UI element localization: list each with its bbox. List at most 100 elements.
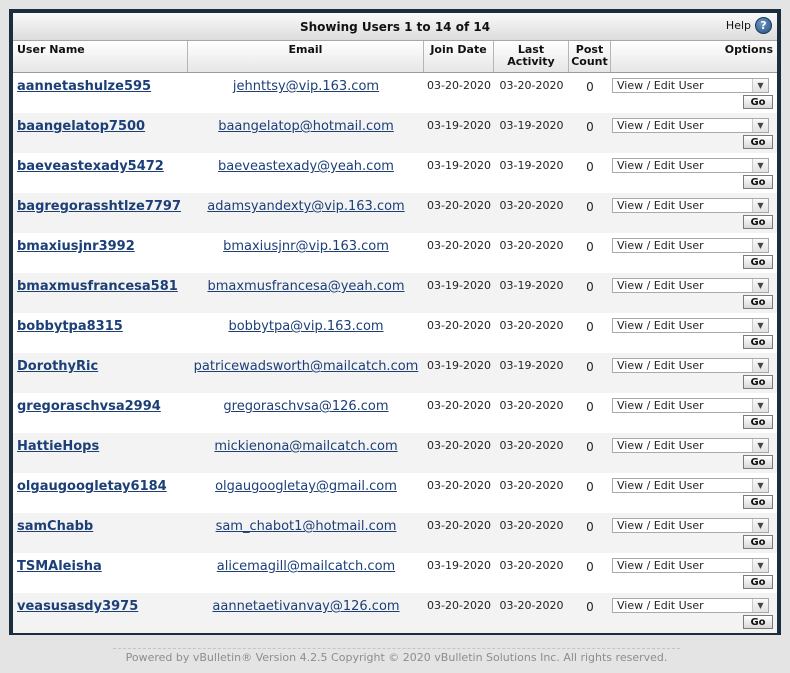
title-bar: Showing Users 1 to 14 of 14 Help ? — [13, 13, 777, 41]
options-select[interactable]: View / Edit User ▼ — [612, 478, 769, 493]
email-link[interactable]: sam_chabot1@hotmail.com — [188, 519, 424, 534]
go-button[interactable]: Go — [743, 135, 773, 149]
column-join-date[interactable]: Join Date — [424, 41, 494, 72]
user-name-link[interactable]: bmaxiusjnr3992 — [17, 239, 188, 254]
go-button[interactable]: Go — [743, 495, 773, 509]
table-row: olgaugoogletay6184 olgaugoogletay@gmail.c… — [13, 473, 777, 513]
column-post-count[interactable]: Post Count — [569, 41, 611, 72]
user-name-link[interactable]: bobbytpa8315 — [17, 319, 188, 334]
column-user-name[interactable]: User Name — [13, 41, 188, 72]
user-name-link[interactable]: bmaxmusfrancesa581 — [17, 279, 188, 294]
table-row: baeveastexady5472 baeveastexady@yeah.com 0… — [13, 153, 777, 193]
user-name-link[interactable]: baeveastexady5472 — [17, 159, 188, 174]
join-date: 03-20-2020 — [427, 79, 491, 92]
options-select[interactable]: View / Edit User ▼ — [612, 118, 769, 133]
user-name-link[interactable]: veasusasdy3975 — [17, 599, 188, 614]
table-row: DorothyRic patricewadsworth@mailcatch.com… — [13, 353, 777, 393]
options-select[interactable]: View / Edit User ▼ — [612, 598, 769, 613]
user-name-link[interactable]: bagregorasshtlze7797 — [17, 199, 188, 214]
email-link[interactable]: mickienona@mailcatch.com — [188, 439, 424, 454]
options-select[interactable]: View / Edit User ▼ — [612, 318, 769, 333]
go-button[interactable]: Go — [743, 455, 773, 469]
go-button[interactable]: Go — [743, 175, 773, 189]
post-count-line2: Count — [571, 55, 608, 68]
options-select[interactable]: View / Edit User ▼ — [612, 438, 769, 453]
chevron-down-icon[interactable]: ▼ — [752, 439, 768, 452]
email-link[interactable]: alicemagill@mailcatch.com — [188, 559, 424, 574]
email-link[interactable]: bmaxmusfrancesa@yeah.com — [188, 279, 424, 294]
email-link[interactable]: adamsyandexty@vip.163.com — [188, 199, 424, 214]
email-link[interactable]: bobbytpa@vip.163.com — [188, 319, 424, 334]
options-select[interactable]: View / Edit User ▼ — [612, 198, 769, 213]
help-link[interactable]: Help ? — [726, 17, 772, 34]
table-row: bmaxiusjnr3992 bmaxiusjnr@vip.163.com 03-2… — [13, 233, 777, 273]
go-button[interactable]: Go — [743, 535, 773, 549]
options-select[interactable]: View / Edit User ▼ — [612, 398, 769, 413]
user-name-link[interactable]: olgaugoogletay6184 — [17, 479, 188, 494]
chevron-down-icon[interactable]: ▼ — [752, 199, 768, 212]
chevron-down-icon[interactable]: ▼ — [752, 399, 768, 412]
chevron-down-icon[interactable]: ▼ — [752, 519, 768, 532]
table-row: gregoraschvsa2994 gregoraschvsa@126.com 03… — [13, 393, 777, 433]
options-select[interactable]: View / Edit User ▼ — [612, 558, 769, 573]
chevron-down-icon[interactable]: ▼ — [752, 239, 768, 252]
chevron-down-icon[interactable]: ▼ — [752, 559, 768, 572]
user-name-link[interactable]: baangelatop7500 — [17, 119, 188, 134]
options-select[interactable]: View / Edit User ▼ — [612, 158, 769, 173]
options-select[interactable]: View / Edit User ▼ — [612, 78, 769, 93]
table-row: bagregorasshtlze7797 adamsyandexty@vip.16… — [13, 193, 777, 233]
user-name-link[interactable]: gregoraschvsa2994 — [17, 399, 188, 414]
email-link[interactable]: patricewadsworth@mailcatch.com — [188, 359, 424, 374]
go-button[interactable]: Go — [743, 255, 773, 269]
chevron-down-icon[interactable]: ▼ — [752, 159, 768, 172]
table-header: User Name Email Join Date Last Activity P… — [13, 41, 777, 73]
help-icon[interactable]: ? — [755, 17, 772, 34]
go-button[interactable]: Go — [743, 95, 773, 109]
user-name-link[interactable]: HattieHops — [17, 439, 188, 454]
options-select-value: View / Edit User — [617, 479, 704, 492]
email-link[interactable]: aannetaetivanvay@126.com — [188, 599, 424, 614]
table-row: samChabb sam_chabot1@hotmail.com 03-20-202… — [13, 513, 777, 553]
user-name-cell: HattieHops — [13, 433, 188, 473]
email-cell: bobbytpa@vip.163.com — [188, 313, 424, 353]
user-name-link[interactable]: TSMAleisha — [17, 559, 188, 574]
email-cell: jehnttsy@vip.163.com — [188, 73, 424, 113]
options-cell: View / Edit User ▼ Go — [611, 553, 777, 593]
email-link[interactable]: jehnttsy@vip.163.com — [188, 79, 424, 94]
options-select[interactable]: View / Edit User ▼ — [612, 358, 769, 373]
column-email[interactable]: Email — [188, 41, 424, 72]
column-last-activity[interactable]: Last Activity — [494, 41, 569, 72]
email-link[interactable]: gregoraschvsa@126.com — [188, 399, 424, 414]
go-button[interactable]: Go — [743, 615, 773, 629]
options-select-value: View / Edit User — [617, 319, 704, 332]
chevron-down-icon[interactable]: ▼ — [752, 599, 768, 612]
last-activity: 03-20-2020 — [499, 479, 564, 492]
go-button[interactable]: Go — [743, 295, 773, 309]
options-select[interactable]: View / Edit User ▼ — [612, 238, 769, 253]
last-activity: 03-20-2020 — [499, 519, 564, 532]
email-link[interactable]: olgaugoogletay@gmail.com — [188, 479, 424, 494]
options-cell: View / Edit User ▼ Go — [611, 313, 777, 353]
go-button[interactable]: Go — [743, 575, 773, 589]
options-select[interactable]: View / Edit User ▼ — [612, 518, 769, 533]
last-activity-line2: Activity — [507, 55, 555, 68]
user-name-link[interactable]: aannetashulze595 — [17, 79, 188, 94]
email-link[interactable]: bmaxiusjnr@vip.163.com — [188, 239, 424, 254]
options-select[interactable]: View / Edit User ▼ — [612, 278, 769, 293]
email-link[interactable]: baeveastexady@yeah.com — [188, 159, 424, 174]
user-name-link[interactable]: samChabb — [17, 519, 188, 534]
go-button[interactable]: Go — [743, 335, 773, 349]
go-button[interactable]: Go — [743, 415, 773, 429]
email-link[interactable]: baangelatop@hotmail.com — [188, 119, 424, 134]
chevron-down-icon[interactable]: ▼ — [752, 279, 768, 292]
chevron-down-icon[interactable]: ▼ — [752, 79, 768, 92]
join-date: 03-20-2020 — [427, 439, 491, 452]
chevron-down-icon[interactable]: ▼ — [752, 359, 768, 372]
go-button[interactable]: Go — [743, 215, 773, 229]
chevron-down-icon[interactable]: ▼ — [752, 119, 768, 132]
options-select-value: View / Edit User — [617, 399, 704, 412]
go-button[interactable]: Go — [743, 375, 773, 389]
user-name-link[interactable]: DorothyRic — [17, 359, 188, 374]
chevron-down-icon[interactable]: ▼ — [752, 319, 768, 332]
chevron-down-icon[interactable]: ▼ — [752, 479, 768, 492]
